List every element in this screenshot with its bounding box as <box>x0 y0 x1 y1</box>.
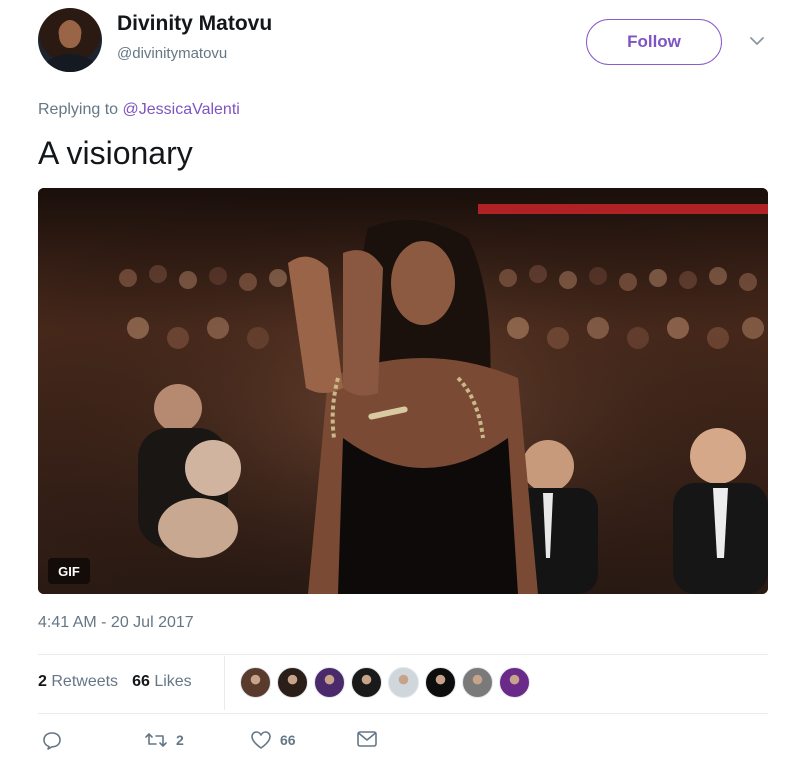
stats-separator <box>224 656 225 710</box>
likes-stat[interactable]: 66 Likes <box>132 673 192 691</box>
retweets-count: 2 <box>38 673 47 690</box>
liker-avatar-2[interactable] <box>277 667 308 698</box>
liker-avatar-4[interactable] <box>351 667 382 698</box>
retweets-stat[interactable]: 2 Retweets <box>38 673 118 691</box>
tweet-timestamp[interactable]: 4:41 AM - 20 Jul 2017 <box>38 614 194 632</box>
tweet-text: A visionary <box>38 135 193 171</box>
chevron-down-icon[interactable] <box>748 34 766 48</box>
reply-button[interactable] <box>42 730 62 750</box>
follow-button[interactable]: Follow <box>586 19 722 65</box>
retweet-icon <box>144 730 168 750</box>
gif-badge: GIF <box>48 558 90 584</box>
user-display-name[interactable]: Divinity Matovu <box>117 12 272 36</box>
liker-avatar-3[interactable] <box>314 667 345 698</box>
likes-count: 66 <box>132 673 150 690</box>
heart-icon <box>250 730 272 750</box>
gif-frame-illustration <box>38 188 768 594</box>
like-button[interactable]: 66 <box>250 730 296 750</box>
retweet-button[interactable]: 2 <box>144 730 184 750</box>
liker-avatars <box>240 667 530 698</box>
like-count: 66 <box>280 732 296 748</box>
reply-icon <box>42 730 62 750</box>
retweets-label: Retweets <box>51 673 119 690</box>
mention-link[interactable]: @JessicaValenti <box>123 101 240 118</box>
tweet-stats: 2 Retweets 66 Likes <box>38 673 192 691</box>
replying-to-prefix: Replying to <box>38 101 123 118</box>
envelope-icon <box>356 730 378 748</box>
avatar[interactable] <box>38 8 102 72</box>
divider <box>38 654 768 655</box>
likes-label: Likes <box>154 673 192 690</box>
liker-avatar-6[interactable] <box>425 667 456 698</box>
tweet-media-gif[interactable] <box>38 188 768 594</box>
divider <box>38 713 768 714</box>
user-handle[interactable]: @divinitymatovu <box>117 45 227 62</box>
liker-avatar-5[interactable] <box>388 667 419 698</box>
retweet-count: 2 <box>176 732 184 748</box>
liker-avatar-1[interactable] <box>240 667 271 698</box>
liker-avatar-7[interactable] <box>462 667 493 698</box>
tweet-actions: 2 66 <box>38 730 438 756</box>
replying-to: Replying to @JessicaValenti <box>38 101 240 119</box>
liker-avatar-8[interactable] <box>499 667 530 698</box>
direct-message-button[interactable] <box>356 730 378 748</box>
